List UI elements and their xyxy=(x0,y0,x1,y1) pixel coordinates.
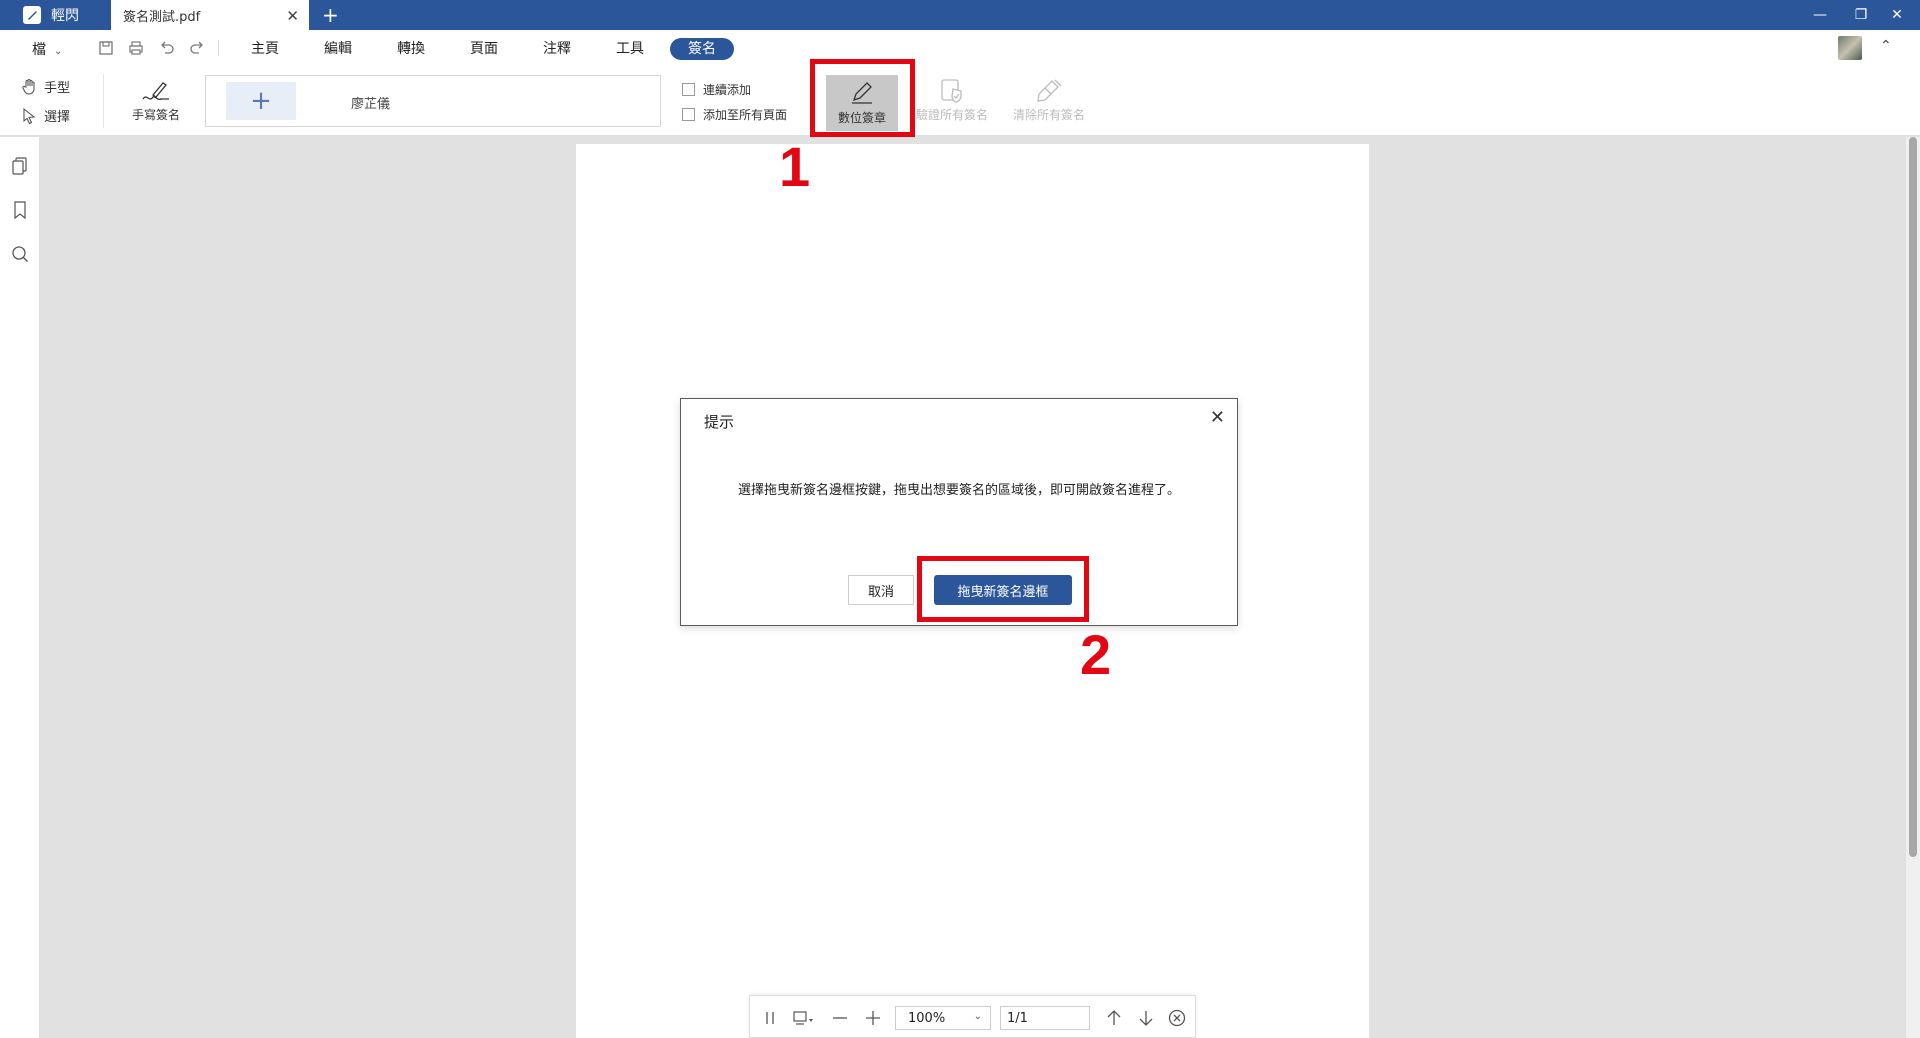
chevron-down-icon: ⌄ xyxy=(973,1011,982,1022)
dialog-title: 提示 xyxy=(704,413,735,431)
hand-icon xyxy=(22,78,35,95)
chevron-down-icon: ⌄ xyxy=(54,46,63,57)
close-toolbar-icon[interactable] xyxy=(1168,1008,1186,1028)
divider xyxy=(103,74,104,128)
continuous-add-label: 連續添加 xyxy=(703,83,752,97)
close-window-button[interactable]: ✕ xyxy=(1874,0,1920,30)
brush-icon xyxy=(1034,76,1064,106)
save-icon[interactable] xyxy=(96,38,116,58)
bottom-toolbar: 100% ⌄ 1/1 xyxy=(749,995,1196,1038)
new-tab-button[interactable]: + xyxy=(322,3,339,27)
thumbnails-icon[interactable] xyxy=(10,156,30,176)
divider xyxy=(218,40,219,56)
tab-page[interactable]: 頁面 xyxy=(470,38,498,60)
document-tab-label: 簽名測試.pdf xyxy=(123,9,201,25)
pen-signature-icon xyxy=(139,76,173,106)
file-menu-label: 檔 xyxy=(32,42,46,58)
annotation-step-number: 1 xyxy=(779,135,811,198)
page-number-input[interactable]: 1/1 xyxy=(1000,1006,1090,1030)
tab-close-icon[interactable]: ✕ xyxy=(286,7,299,25)
add-signature-button[interactable]: + xyxy=(226,82,296,120)
zoom-value: 100% xyxy=(908,1010,946,1026)
cancel-button[interactable]: 取消 xyxy=(848,575,914,605)
handwrite-signature-label: 手寫簽名 xyxy=(132,108,181,122)
checkbox[interactable] xyxy=(682,83,695,96)
signature-list: + 廖芷儀 ▲ ▼ ⏷ xyxy=(205,75,860,128)
bookmark-icon[interactable] xyxy=(10,200,30,220)
zoom-select[interactable]: 100% ⌄ xyxy=(895,1006,991,1030)
annotation-highlight-box xyxy=(810,59,915,137)
app-logo-icon xyxy=(23,6,41,24)
title-bar: 輕閃 簽名測試.pdf ✕ + — ❐ ✕ xyxy=(0,0,1920,30)
left-sidebar xyxy=(0,137,40,1038)
tab-annotate[interactable]: 注釋 xyxy=(543,38,571,60)
redo-icon[interactable] xyxy=(187,38,207,58)
menu-bar: 檔 ⌄ 主頁 編輯 轉換 頁面 注釋 工具 簽名 ⌃ xyxy=(0,30,1920,66)
tab-edit[interactable]: 編輯 xyxy=(324,38,352,60)
dialog-close-icon[interactable]: ✕ xyxy=(1210,407,1225,428)
tab-signature[interactable]: 簽名 xyxy=(670,38,734,60)
signature-item[interactable]: 廖芷儀 xyxy=(351,93,390,112)
previous-page-icon[interactable] xyxy=(1106,1008,1122,1028)
minimize-button[interactable]: — xyxy=(1797,0,1843,30)
continuous-add-checkbox[interactable]: 連續添加 xyxy=(682,81,751,98)
hand-tool-label: 手型 xyxy=(44,81,71,96)
hand-tool[interactable]: 手型 xyxy=(20,77,70,96)
verify-shield-icon xyxy=(937,76,967,106)
tab-convert[interactable]: 轉換 xyxy=(397,38,425,60)
checkbox[interactable] xyxy=(682,108,695,121)
file-menu[interactable]: 檔 ⌄ xyxy=(32,39,62,59)
add-to-all-pages-checkbox[interactable]: 添加至所有頁面 xyxy=(682,106,787,123)
zoom-out-icon[interactable] xyxy=(832,1008,848,1028)
app-name: 輕閃 xyxy=(51,8,79,24)
clear-all-label: 清除所有簽名 xyxy=(1013,108,1086,122)
document-tab[interactable]: 簽名測試.pdf ✕ xyxy=(111,0,309,30)
tab-tools[interactable]: 工具 xyxy=(616,38,644,60)
scroll-thumb[interactable] xyxy=(1909,137,1917,857)
zoom-in-icon[interactable] xyxy=(865,1008,881,1028)
search-icon[interactable] xyxy=(10,244,30,264)
page-number-value: 1/1 xyxy=(1007,1010,1028,1026)
next-page-icon[interactable] xyxy=(1138,1008,1154,1028)
clear-all-signatures-button[interactable]: 清除所有簽名 xyxy=(1013,76,1085,123)
dialog-message: 選擇拖曳新簽名邊框按鍵，拖曳出想要簽名的區域後，即可開啟簽名進程了。 xyxy=(737,483,1180,498)
print-icon[interactable] xyxy=(126,38,146,58)
chevron-up-icon[interactable]: ⌃ xyxy=(1880,38,1892,54)
two-column-icon[interactable] xyxy=(764,1008,776,1028)
annotation-highlight-box xyxy=(917,556,1089,622)
app-tab[interactable]: 輕閃 xyxy=(23,0,111,30)
annotation-step-number: 2 xyxy=(1080,623,1112,686)
select-tool[interactable]: 選擇 xyxy=(20,106,70,125)
verify-all-label: 驗證所有簽名 xyxy=(916,108,989,122)
ribbon-toolbar: 手型 選擇 手寫簽名 + 廖芷儀 ▲ ▼ ⏷ 連續添加 添加至所有頁面 數位簽章 xyxy=(0,66,1920,136)
undo-icon[interactable] xyxy=(157,38,177,58)
add-to-all-pages-label: 添加至所有頁面 xyxy=(703,108,788,122)
vertical-scrollbar[interactable] xyxy=(1906,137,1920,1038)
select-tool-label: 選擇 xyxy=(44,110,71,125)
tab-home[interactable]: 主頁 xyxy=(251,38,279,60)
page-layout-icon[interactable] xyxy=(792,1008,816,1028)
cursor-icon xyxy=(23,107,36,124)
handwrite-signature-button[interactable]: 手寫簽名 xyxy=(132,76,180,123)
avatar[interactable] xyxy=(1838,36,1862,60)
verify-all-signatures-button[interactable]: 驗證所有簽名 xyxy=(916,76,988,123)
